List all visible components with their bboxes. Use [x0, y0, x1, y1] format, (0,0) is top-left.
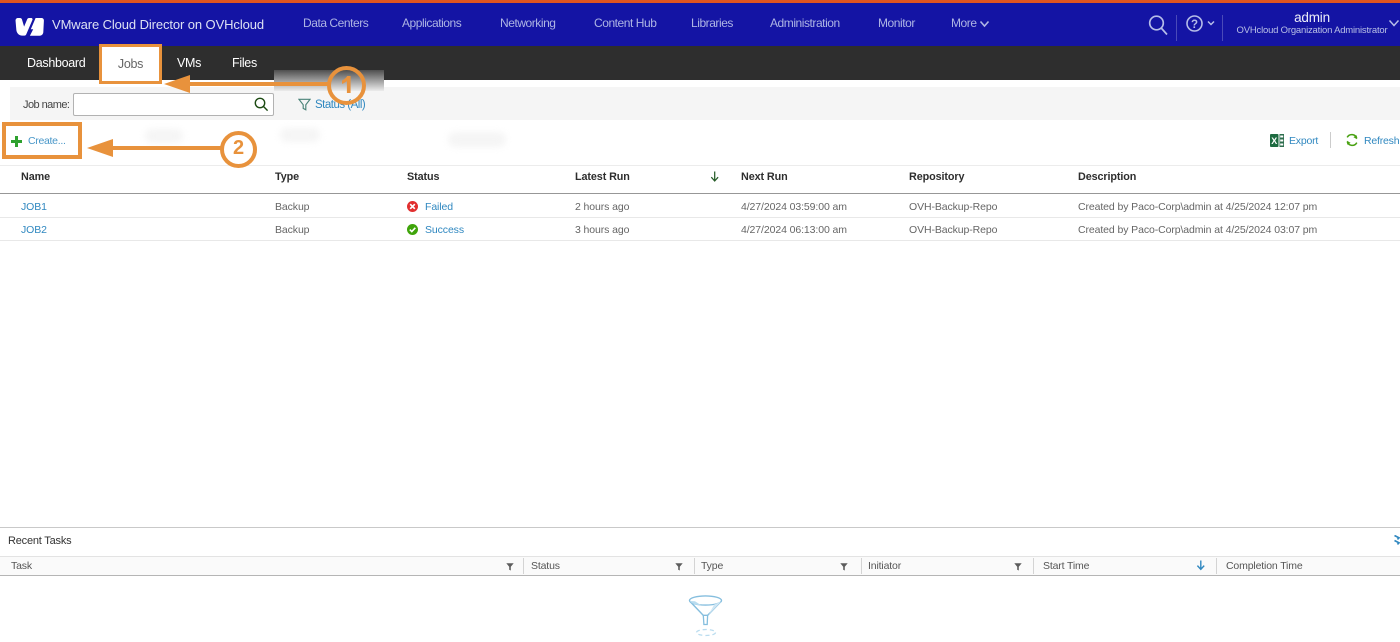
svg-text:X: X [1271, 136, 1277, 146]
svg-text:?: ? [1191, 19, 1198, 31]
